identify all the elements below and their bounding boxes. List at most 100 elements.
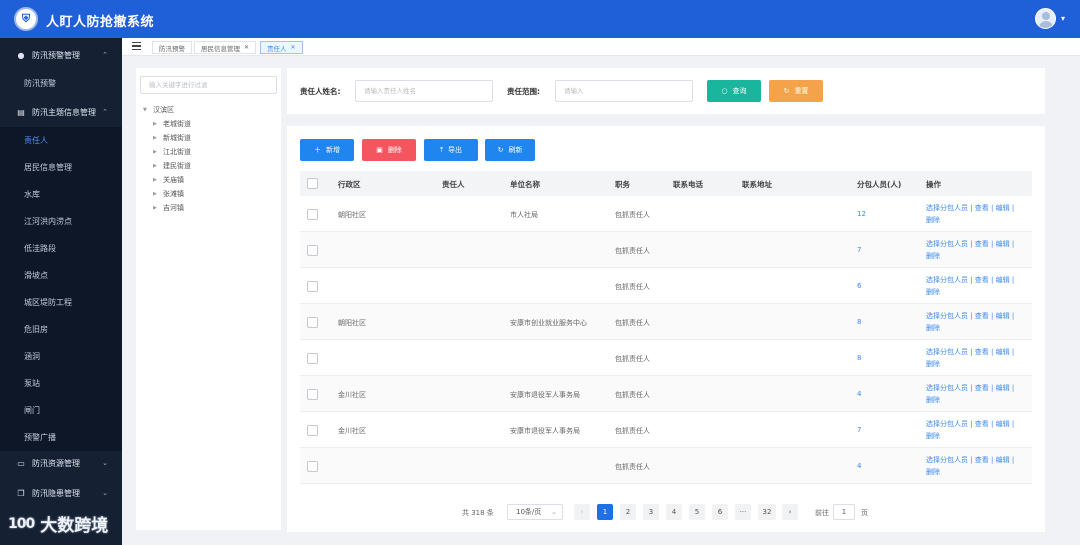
cell-count[interactable]: 7 [857,246,861,254]
sidebar-group-topic[interactable]: ▤ 防汛主题信息管理 ⌃ [0,97,122,127]
sidebar-item-responsible[interactable]: 责任人 [0,127,122,154]
row-checkbox[interactable] [307,425,318,436]
sidebar-item-waterlogging[interactable]: 江河洪内涝点 [0,208,122,235]
sidebar-item-dike[interactable]: 城区堤防工程 [0,289,122,316]
row-delete-link[interactable]: 删除 [926,214,1030,226]
row-actions[interactable]: 选择分包人员 | 查看 | 编辑 | 删除 [926,454,1030,478]
prev-page-button[interactable]: ‹ [574,504,590,520]
table-row[interactable]: 金川社区 安康市退役军人事务局 包抓责任人 7 选择分包人员 | 查看 | 编辑… [300,412,1032,448]
row-actions-links[interactable]: 选择分包人员 | 查看 | 编辑 | [926,382,1030,394]
page-button[interactable]: 5 [689,504,705,520]
cell-count[interactable]: 8 [857,318,861,326]
row-actions-links[interactable]: 选择分包人员 | 查看 | 编辑 | [926,202,1030,214]
tree-node[interactable]: ▶ 张滩镇 [153,187,283,201]
row-delete-link[interactable]: 删除 [926,466,1030,478]
sidebar-group-hazards[interactable]: ❐ 防汛隐患管理 ⌄ [0,478,122,508]
row-checkbox[interactable] [307,317,318,328]
sidebar-item-lowroads[interactable]: 低洼路段 [0,235,122,262]
row-delete-link[interactable]: 删除 [926,358,1030,370]
tree-filter-input[interactable]: 输入关键字进行过滤 [140,76,277,94]
page-ellipsis[interactable]: ··· [735,504,751,520]
row-checkbox[interactable] [307,245,318,256]
sidebar-item-oldhouses[interactable]: 危旧房 [0,316,122,343]
add-button[interactable]: ＋ 新增 [300,139,354,161]
tree-node-root[interactable]: ▼ 汉滨区 [143,103,273,117]
cell-count[interactable]: 12 [857,210,866,218]
reset-button[interactable]: ↻ 重置 [769,80,823,102]
row-actions[interactable]: 选择分包人员 | 查看 | 编辑 | 删除 [926,238,1030,262]
sidebar-item-landslide[interactable]: 滑坡点 [0,262,122,289]
next-page-button[interactable]: › [782,504,798,520]
goto-page-input[interactable]: 1 [833,504,855,520]
select-all-checkbox[interactable] [307,178,318,189]
search-button[interactable]: ○ 查询 [707,80,761,102]
page-button-current[interactable]: 1 [597,504,613,520]
row-actions[interactable]: 选择分包人员 | 查看 | 编辑 | 删除 [926,418,1030,442]
row-checkbox[interactable] [307,209,318,220]
row-actions-links[interactable]: 选择分包人员 | 查看 | 编辑 | [926,346,1030,358]
sidebar-item-gate[interactable]: 闸门 [0,397,122,424]
row-delete-link[interactable]: 删除 [926,322,1030,334]
row-checkbox[interactable] [307,461,318,472]
page-button[interactable]: 3 [643,504,659,520]
row-checkbox[interactable] [307,389,318,400]
cell-count[interactable]: 4 [857,390,861,398]
sidebar-item-warning[interactable]: 防汛预警 [0,70,122,97]
row-actions-links[interactable]: 选择分包人员 | 查看 | 编辑 | [926,418,1030,430]
row-delete-link[interactable]: 删除 [926,430,1030,442]
row-actions-links[interactable]: 选择分包人员 | 查看 | 编辑 | [926,310,1030,322]
cell-count[interactable]: 8 [857,354,861,362]
menu-toggle-icon[interactable] [132,42,142,52]
row-delete-link[interactable]: 删除 [926,250,1030,262]
close-icon[interactable]: ✕ [244,44,249,51]
sidebar-item-pump[interactable]: 泵站 [0,370,122,397]
row-actions[interactable]: 选择分包人员 | 查看 | 编辑 | 删除 [926,202,1030,226]
sidebar-item-residents[interactable]: 居民信息管理 [0,154,122,181]
row-checkbox[interactable] [307,353,318,364]
row-actions-links[interactable]: 选择分包人员 | 查看 | 编辑 | [926,238,1030,250]
tree-node[interactable]: ▶ 新城街道 [153,131,283,145]
tree-node[interactable]: ▶ 关庙镇 [153,173,283,187]
table-row[interactable]: 包抓责任人 4 选择分包人员 | 查看 | 编辑 | 删除 [300,448,1032,484]
table-row[interactable]: 朝阳社区 安康市创业就业服务中心 包抓责任人 8 选择分包人员 | 查看 | 编… [300,304,1032,340]
chevron-down-icon[interactable]: ▾ [1061,14,1065,23]
tree-node[interactable]: ▶ 建民街道 [153,159,283,173]
sidebar-item-culvert[interactable]: 涵洞 [0,343,122,370]
page-button[interactable]: 4 [666,504,682,520]
page-button[interactable]: 6 [712,504,728,520]
cell-count[interactable]: 6 [857,282,861,290]
sidebar-item-reservoir[interactable]: 水库 [0,181,122,208]
row-actions[interactable]: 选择分包人员 | 查看 | 编辑 | 删除 [926,346,1030,370]
cell-count[interactable]: 7 [857,426,861,434]
sidebar-item-broadcast[interactable]: 预警广播 [0,424,122,451]
row-actions[interactable]: 选择分包人员 | 查看 | 编辑 | 删除 [926,382,1030,406]
row-checkbox[interactable] [307,281,318,292]
row-delete-link[interactable]: 删除 [926,286,1030,298]
sidebar-group-warning[interactable]: ● 防汛预警管理 ⌃ [0,40,122,70]
table-row[interactable]: 包抓责任人 8 选择分包人员 | 查看 | 编辑 | 删除 [300,340,1032,376]
row-actions-links[interactable]: 选择分包人员 | 查看 | 编辑 | [926,454,1030,466]
table-row[interactable]: 朝阳社区 市人社局 包抓责任人 12 选择分包人员 | 查看 | 编辑 | 删除 [300,196,1032,232]
page-button[interactable]: 2 [620,504,636,520]
tree-node[interactable]: ▶ 江北街道 [153,145,283,159]
export-button[interactable]: ⤒ 导出 [424,139,478,161]
refresh-button[interactable]: ↻ 刷新 [485,139,535,161]
row-actions[interactable]: 选择分包人员 | 查看 | 编辑 | 删除 [926,310,1030,334]
tree-node[interactable]: ▶ 老城街道 [153,117,283,131]
tree-node[interactable]: ▶ 吉河镇 [153,201,283,215]
page-button-last[interactable]: 32 [758,504,776,520]
name-filter-input[interactable]: 请输入责任人姓名 [355,80,493,102]
scope-filter-input[interactable]: 请输入 [555,80,693,102]
user-avatar-icon[interactable] [1035,8,1056,29]
delete-button[interactable]: ▣ 删除 [362,139,416,161]
sidebar-group-resources[interactable]: ▭ 防汛资源管理 ⌄ [0,448,122,478]
table-row[interactable]: 金川社区 安康市退役军人事务局 包抓责任人 4 选择分包人员 | 查看 | 编辑… [300,376,1032,412]
tab-warning[interactable]: 防汛预警 [152,41,192,54]
close-icon[interactable]: ✕ [291,44,296,51]
table-row[interactable]: 包抓责任人 7 选择分包人员 | 查看 | 编辑 | 删除 [300,232,1032,268]
tab-residents[interactable]: 居民信息管理 ✕ [194,41,257,54]
row-actions[interactable]: 选择分包人员 | 查看 | 编辑 | 删除 [926,274,1030,298]
table-row[interactable]: 包抓责任人 6 选择分包人员 | 查看 | 编辑 | 删除 [300,268,1032,304]
page-size-select[interactable]: 10条/页 ⌄ [507,504,563,520]
row-actions-links[interactable]: 选择分包人员 | 查看 | 编辑 | [926,274,1030,286]
